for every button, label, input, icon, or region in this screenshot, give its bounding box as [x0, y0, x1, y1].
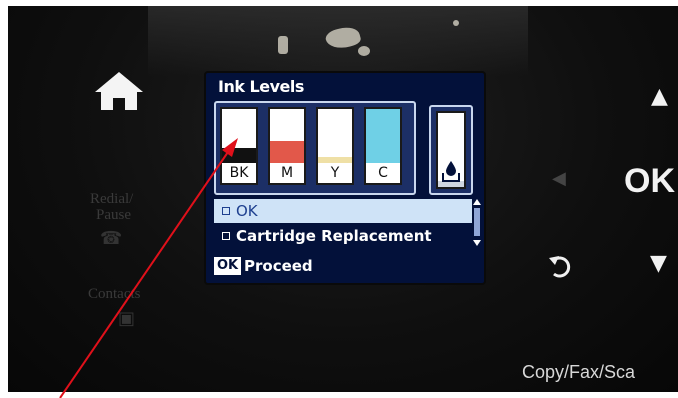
ink-level-fill: [366, 109, 400, 163]
menu-item-label: Cartridge Replacement: [236, 227, 432, 245]
ink-cartridge-group: BK M Y C: [214, 101, 416, 195]
ink-level-gauge: [268, 107, 306, 165]
screen-footer: OK Proceed: [214, 254, 482, 278]
ok-key-badge: OK: [214, 257, 242, 275]
menu-item-cartridge-replacement[interactable]: Cartridge Replacement: [214, 224, 476, 248]
ink-cartridge-y: Y: [316, 107, 354, 187]
maintenance-box-gauge: [436, 111, 466, 189]
ink-cartridge-label: C: [364, 163, 402, 185]
smudge: [278, 36, 288, 54]
ink-level-fill: [222, 148, 256, 163]
menu-item-label: OK: [236, 202, 258, 220]
ink-drop-box-icon: [442, 161, 460, 182]
scroll-down-icon: [473, 240, 481, 246]
copy-fax-scan-label: Copy/Fax/Sca: [522, 362, 636, 382]
bullet-icon: [222, 232, 230, 240]
ink-cartridge-m: M: [268, 107, 306, 187]
menu-item-ok[interactable]: OK: [214, 199, 476, 223]
ink-level-gauge: [220, 107, 258, 165]
redial-label: Redial/: [90, 191, 134, 207]
ink-level-fill: [270, 141, 304, 163]
back-icon[interactable]: [546, 252, 576, 282]
bullet-icon: [222, 207, 230, 215]
contacts-book-icon: ▣: [118, 308, 136, 329]
ink-cartridge-label: BK: [220, 163, 258, 185]
footer-hint: Proceed: [244, 257, 313, 275]
scroll-up-icon: [473, 199, 481, 205]
maintenance-box: [429, 105, 473, 195]
contacts-label: Contacts: [88, 286, 141, 302]
ink-level-gauge: [316, 107, 354, 165]
up-arrow-button[interactable]: ▲: [651, 84, 668, 109]
smudge: [453, 20, 459, 26]
left-arrow-button[interactable]: ◀: [552, 168, 566, 189]
menu-scrollbar[interactable]: [472, 199, 482, 248]
down-arrow-button[interactable]: ▼: [650, 251, 667, 276]
ink-cartridge-label: M: [268, 163, 306, 185]
home-icon[interactable]: [93, 70, 145, 112]
screen-title: Ink Levels: [218, 77, 304, 96]
ink-level-gauge: [364, 107, 402, 165]
smudge: [358, 46, 370, 56]
ok-button[interactable]: OK: [624, 162, 675, 201]
ink-cartridge-label: Y: [316, 163, 354, 185]
lcd-screen: Ink Levels BK M Y C OK Cartridge Replace…: [206, 73, 484, 283]
scroll-thumb: [474, 208, 480, 236]
ink-cartridge-c: C: [364, 107, 402, 187]
phone-icon: ☎: [100, 228, 123, 249]
pause-label: Pause: [96, 207, 131, 223]
ink-cartridge-bk: BK: [220, 107, 258, 187]
